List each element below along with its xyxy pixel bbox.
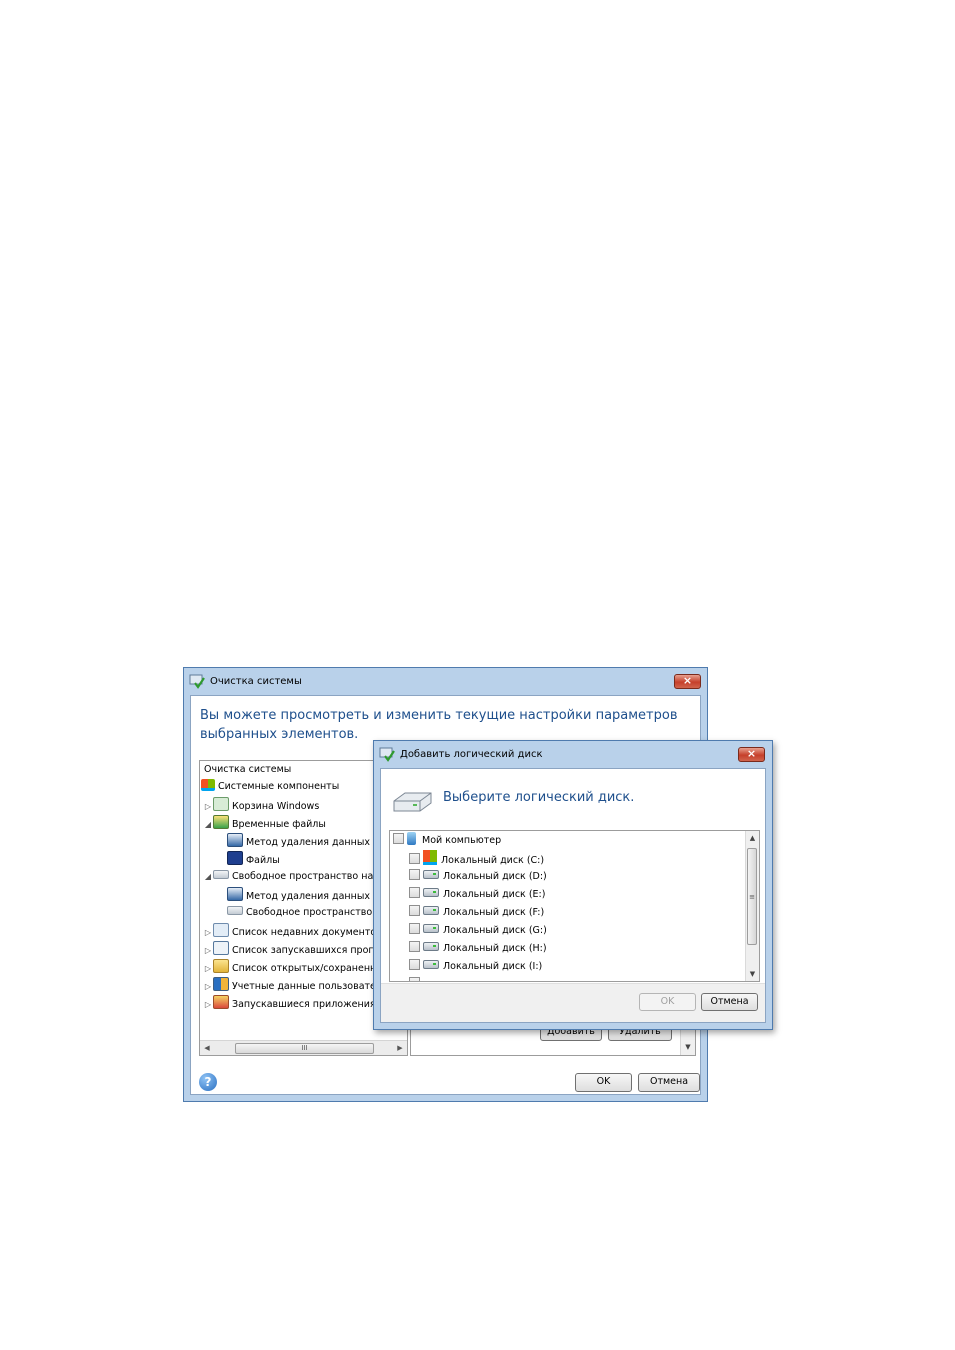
tree-item-system-components[interactable]: Системные компоненты xyxy=(201,779,339,795)
checkbox[interactable] xyxy=(409,853,420,864)
checkbox[interactable] xyxy=(409,905,420,916)
list-item-drive-g[interactable]: Локальный диск (G:) xyxy=(409,922,547,940)
tree-item-launched-apps[interactable]: ▷ Запускавшиеся приложения xyxy=(203,995,376,1011)
checkbox[interactable] xyxy=(409,887,420,898)
dialog-titlebar[interactable]: Добавить логический диск × xyxy=(374,741,772,768)
drive-list[interactable]: Мой компьютер Локальный диск (C:) Локаль… xyxy=(389,830,760,982)
list-item-drive-d[interactable]: Локальный диск (D:) xyxy=(409,868,547,886)
tree-item-deletion-method-2[interactable]: Метод удаления данных xyxy=(227,887,370,903)
checkbox[interactable] xyxy=(409,941,420,952)
temp-files-icon xyxy=(213,815,229,829)
checkbox[interactable] xyxy=(409,959,420,970)
checkbox[interactable] xyxy=(409,977,420,981)
expand-arrow-icon[interactable]: ▷ xyxy=(203,961,213,977)
expand-arrow-icon[interactable]: ▷ xyxy=(203,997,213,1013)
tree-item-recent-docs[interactable]: ▷ Список недавних документов xyxy=(203,923,382,939)
launched-apps-icon xyxy=(213,995,229,1009)
dialog-footer: OK Отмена xyxy=(381,983,765,1022)
main-window-title: Очистка системы xyxy=(210,676,302,687)
hard-drive-icon xyxy=(423,960,439,969)
cancel-button[interactable]: Отмена xyxy=(638,1073,700,1092)
scroll-down-icon[interactable]: ▼ xyxy=(681,1043,695,1051)
tree-item-temp-files[interactable]: ◢ Временные файлы xyxy=(203,815,326,831)
main-heading: Вы можете просмотреть и изменить текущие… xyxy=(200,708,678,742)
logical-drive-icon xyxy=(393,792,432,812)
dialog-title: Добавить логический диск xyxy=(400,749,543,760)
expand-arrow-icon[interactable]: ▷ xyxy=(203,799,213,815)
folder-icon xyxy=(213,959,229,973)
run-list-icon xyxy=(213,941,229,955)
recent-documents-icon xyxy=(213,923,229,937)
computer-icon xyxy=(407,832,416,845)
list-item-partial[interactable] xyxy=(409,976,423,981)
files-icon xyxy=(227,851,243,865)
drive-icon xyxy=(227,906,243,915)
expand-arrow-icon[interactable]: ▷ xyxy=(203,943,213,959)
recycle-bin-icon xyxy=(213,797,229,811)
drive-icon xyxy=(213,870,229,879)
add-logical-drive-dialog: Добавить логический диск × Выберите логи… xyxy=(373,740,773,1030)
expand-arrow-icon[interactable]: ▷ xyxy=(203,925,213,941)
hard-drive-icon xyxy=(423,924,439,933)
tree-item-free-space[interactable]: ◢ Свободное пространство на д xyxy=(203,869,383,885)
dialog-ok-button[interactable]: OK xyxy=(639,993,696,1011)
tree-item-run-programs[interactable]: ▷ Список запускавшихся прогр xyxy=(203,941,379,957)
checkbox[interactable] xyxy=(409,869,420,880)
main-close-button[interactable]: × xyxy=(674,674,701,689)
list-item-my-computer[interactable]: Мой компьютер xyxy=(393,832,501,850)
dialog-close-button[interactable]: × xyxy=(738,747,765,762)
collapse-arrow-icon[interactable]: ◢ xyxy=(203,817,213,833)
list-item-drive-i[interactable]: Локальный диск (I:) xyxy=(409,958,542,976)
dialog-client-area: Выберите логический диск. Мой компьютер … xyxy=(380,768,766,1023)
list-item-drive-f[interactable]: Локальный диск (F:) xyxy=(409,904,544,922)
windows-flag-icon xyxy=(201,779,215,791)
drive-list-vertical-scrollbar[interactable]: ▲ ≡ ▼ xyxy=(745,831,759,981)
scroll-right-icon[interactable]: ▶ xyxy=(395,1043,405,1053)
hard-drive-icon xyxy=(423,870,439,879)
deletion-method-icon xyxy=(227,833,243,847)
dialog-cancel-button[interactable]: Отмена xyxy=(701,993,758,1011)
scroll-thumb[interactable]: ≡ xyxy=(747,848,757,945)
hard-drive-icon xyxy=(423,888,439,897)
windows-drive-icon xyxy=(423,850,437,865)
dialog-heading: Выберите логический диск. xyxy=(443,790,635,805)
expand-arrow-icon[interactable]: ▷ xyxy=(203,979,213,995)
scroll-up-icon[interactable]: ▲ xyxy=(746,832,759,844)
user-credentials-icon xyxy=(213,977,229,991)
tree-item-files[interactable]: Файлы xyxy=(227,851,280,867)
main-titlebar[interactable]: Очистка системы × xyxy=(184,668,707,695)
checkbox[interactable] xyxy=(409,923,420,934)
collapse-arrow-icon[interactable]: ◢ xyxy=(203,869,213,885)
cleanup-app-icon xyxy=(189,674,205,689)
tree-item-user-credentials[interactable]: ▷ Учетные данные пользовател xyxy=(203,977,382,993)
list-item-drive-c[interactable]: Локальный диск (C:) xyxy=(409,850,544,868)
ok-button[interactable]: OK xyxy=(575,1073,632,1092)
tree-horizontal-scrollbar[interactable]: ◀ III ▶ xyxy=(200,1040,407,1055)
tree-item-open-saved[interactable]: ▷ Список открытых/сохраненн xyxy=(203,959,376,975)
tree-item-recycle-bin[interactable]: ▷ Корзина Windows xyxy=(203,797,319,813)
close-icon: × xyxy=(746,747,757,760)
list-item-drive-h[interactable]: Локальный диск (H:) xyxy=(409,940,547,958)
help-icon[interactable]: ? xyxy=(199,1073,217,1091)
deletion-method-icon xyxy=(227,887,243,901)
scroll-down-icon[interactable]: ▼ xyxy=(746,968,759,980)
scroll-left-icon[interactable]: ◀ xyxy=(202,1043,212,1053)
hard-drive-icon xyxy=(423,906,439,915)
checkbox[interactable] xyxy=(393,833,404,844)
tree-item-free-space-drive[interactable]: Свободное пространство д xyxy=(227,905,382,921)
tree-item-deletion-method[interactable]: Метод удаления данных xyxy=(227,833,370,849)
list-item-drive-e[interactable]: Локальный диск (E:) xyxy=(409,886,545,904)
cleanup-app-icon xyxy=(379,747,395,762)
scroll-thumb[interactable]: III xyxy=(235,1043,374,1054)
tree-item-root[interactable]: Очистка системы xyxy=(204,762,291,778)
hard-drive-icon xyxy=(423,942,439,951)
close-icon: × xyxy=(682,674,693,687)
